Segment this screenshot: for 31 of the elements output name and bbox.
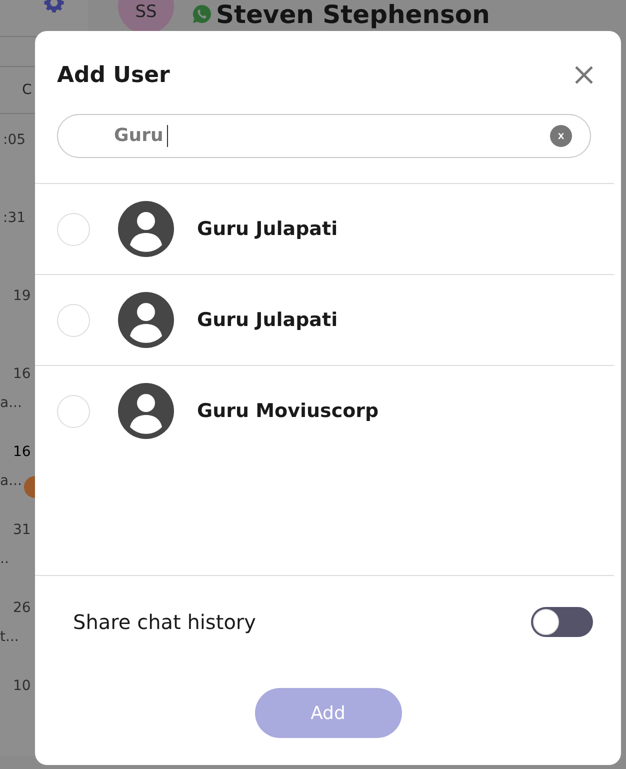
contact-name: Steven Stephenson	[216, 0, 490, 28]
chat-bubble-icon	[192, 4, 212, 24]
conversation-preview: ..	[0, 551, 9, 569]
contact-avatar: SS	[118, 0, 174, 34]
user-name[interactable]: Guru Julapati	[197, 218, 338, 240]
conversation-time: 19	[13, 288, 31, 306]
user-avatar-icon	[118, 292, 174, 348]
conversation-time: 26	[13, 600, 31, 618]
user-name[interactable]: Guru Julapati	[197, 309, 338, 331]
radio-button[interactable]	[57, 212, 90, 246]
toggle-switch[interactable]	[531, 607, 593, 637]
user-avatar-icon	[118, 383, 174, 439]
close-icon[interactable]	[573, 64, 595, 86]
radio-button[interactable]	[57, 304, 90, 336]
conversation-preview: a...	[0, 395, 22, 413]
conversation-time: :31	[3, 210, 26, 228]
conversation-time: 16	[13, 444, 31, 462]
clear-button[interactable]: x	[550, 125, 572, 147]
conversation-time: 31	[13, 522, 31, 540]
conversation-time: :05	[3, 132, 26, 150]
conversation-time: 10	[13, 678, 31, 696]
share-history-label: Share chat history	[73, 610, 256, 634]
conversation-preview: a...	[0, 473, 22, 491]
dialog-title: Add User	[57, 62, 170, 88]
tab-label[interactable]: C	[22, 82, 32, 98]
conversation-preview: t...	[0, 629, 19, 647]
user-avatar-icon	[118, 201, 174, 257]
radio-button[interactable]	[57, 394, 90, 428]
conversation-time: 16	[13, 366, 31, 384]
user-name[interactable]: Guru Moviuscorp	[197, 400, 379, 422]
search-field[interactable]: Guru x	[57, 114, 591, 158]
